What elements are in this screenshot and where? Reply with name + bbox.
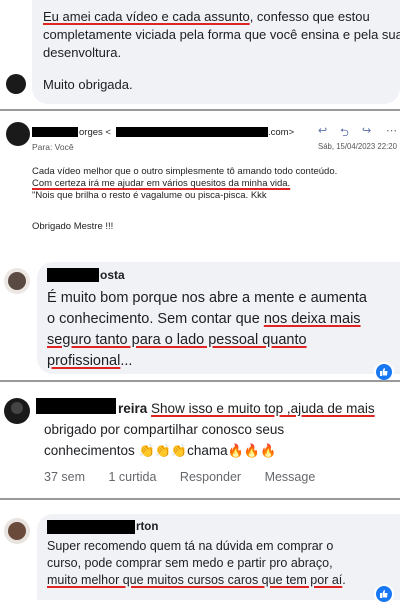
comment-timestamp[interactable]: 37 sem <box>44 470 85 484</box>
divider <box>0 109 400 111</box>
highlighted-text: profissional <box>47 353 121 369</box>
divider <box>0 498 400 500</box>
comment-text: Super recomendo quem tá na dúvida em com… <box>47 538 346 589</box>
avatar[interactable] <box>4 72 28 96</box>
reply-icon[interactable]: ↩ <box>318 124 327 137</box>
comment-text-line: Eu amei cada vídeo e cada assunto, confe… <box>43 9 370 24</box>
email-body-line-highlighted: Com certeza irá me ajudar em vários ques… <box>32 178 291 189</box>
email-sender-end: .com> <box>268 127 295 138</box>
email-date: Sáb, 15/04/2023 22:20 <box>318 142 397 151</box>
comment-text-line: muito melhor que muitos cursos caros que… <box>47 572 346 589</box>
comment-text-line: curso, pode comprar sem medo e partir pr… <box>47 556 333 570</box>
comment-bubble: osta É muito bom porque nos abre a mente… <box>37 262 400 382</box>
reply-button[interactable]: Responder <box>180 470 241 484</box>
comment-text: . <box>342 573 346 587</box>
commenter-name[interactable]: osta <box>100 268 125 282</box>
comment-text: o conhecimento. Sem contar que <box>47 311 264 327</box>
thumbs-up-icon <box>380 368 388 376</box>
comment-text-line: reira Show isso e muito top ,ajuda de ma… <box>44 398 375 419</box>
avatar-image <box>6 74 26 94</box>
comment-text-line: Super recomendo quem tá na dúvida em com… <box>47 539 334 553</box>
redacted-name <box>47 268 99 282</box>
comment-text-line: É muito bom porque nos abre a mente e au… <box>47 290 367 306</box>
comment-text-line: o conhecimento. Sem contar que nos deixa… <box>47 309 367 330</box>
like-reaction-badge[interactable] <box>374 584 394 604</box>
comment-text: conhecimentos <box>44 443 139 458</box>
highlighted-text: seguro tanto para o lado pessoal quanto <box>47 332 307 348</box>
reply-all-icon[interactable]: ⮌ <box>340 124 349 143</box>
comment-text: ... <box>120 353 133 369</box>
email-body-line: Obrigado Mestre !!! <box>32 221 114 232</box>
commenter-name[interactable]: reira <box>118 401 147 416</box>
comment-bubble: rton Super recomendo quem tá na dúvida e… <box>37 514 400 604</box>
comment-text: , confesso que estou <box>249 9 370 24</box>
email-sender: orges < <box>79 127 111 138</box>
comment-text: reira Show isso e muito top ,ajuda de ma… <box>44 398 375 461</box>
comment-text-line: profissional... <box>47 351 367 372</box>
comment-text-line: completamente viciada pela forma que voc… <box>43 27 400 42</box>
highlighted-text: Show isso e muito top ,ajuda de mais <box>151 401 375 416</box>
email-message: orges < .com> Para: Você ↩ ⮌ ↪ ⋯ Sáb, 15… <box>0 118 400 258</box>
email-body-line: Cada vídeo melhor que o outro simplesmen… <box>32 166 338 177</box>
comment-actions: 37 sem 1 curtida Responder Message <box>44 470 335 484</box>
redacted-name <box>47 520 135 534</box>
avatar <box>6 122 30 146</box>
comment-text: chama <box>187 443 228 458</box>
avatar-image <box>8 522 26 540</box>
email-recipient: Para: Você <box>32 142 74 152</box>
divider <box>0 380 400 382</box>
email-body-line: "Nois que brilha o resto é vagalume ou p… <box>32 190 267 201</box>
highlighted-text: nos deixa mais <box>263 311 361 327</box>
comment-text-line: obrigado por compartilhar conosco seus <box>44 422 285 437</box>
comment-bubble: Eu amei cada vídeo e cada assunto, confe… <box>32 0 400 104</box>
commenter-name[interactable]: rton <box>136 521 158 533</box>
clapping-emoji: 👏👏👏 <box>138 443 188 458</box>
highlighted-text: muito melhor que muitos cursos caros que… <box>47 573 343 587</box>
avatar[interactable] <box>4 398 30 424</box>
more-options-icon[interactable]: ⋯ <box>386 124 397 137</box>
like-reaction-badge[interactable] <box>374 362 394 382</box>
avatar-image <box>8 272 26 290</box>
highlighted-text: Eu amei cada vídeo e cada assunto <box>43 9 250 24</box>
comment-text-line: desenvoltura. <box>43 45 122 60</box>
redacted-email <box>116 127 268 137</box>
message-button[interactable]: Message <box>265 470 316 484</box>
comment-text: É muito bom porque nos abre a mente e au… <box>47 288 367 372</box>
comment-text-line: Muito obrigada. <box>43 77 133 92</box>
fire-emoji: 🔥🔥🔥 <box>227 443 277 458</box>
avatar-image <box>11 402 23 414</box>
comment-text-line: conhecimentos 👏👏👏chama🔥🔥🔥 <box>44 440 375 461</box>
forward-icon[interactable]: ↪ <box>362 124 371 137</box>
avatar[interactable] <box>4 268 30 294</box>
like-count-link[interactable]: 1 curtida <box>108 470 156 484</box>
thumbs-up-icon <box>380 590 388 598</box>
avatar[interactable] <box>4 518 30 544</box>
redacted-name <box>32 127 78 137</box>
